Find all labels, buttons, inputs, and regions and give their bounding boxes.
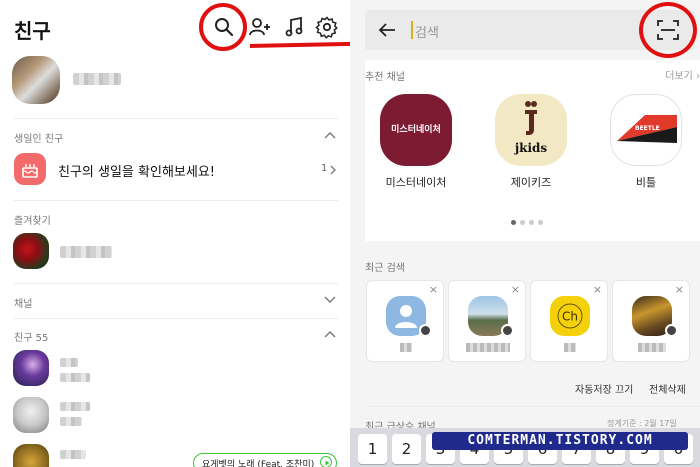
page-dot-active xyxy=(511,220,516,225)
close-icon[interactable]: × xyxy=(675,283,684,296)
chevron-up-icon[interactable] xyxy=(324,330,336,338)
recent-item[interactable]: × Ch xyxy=(530,280,608,362)
divider xyxy=(14,283,338,284)
friend-avatar[interactable] xyxy=(13,397,49,433)
channel-logo-text: jkids xyxy=(514,141,548,155)
recent-item-name xyxy=(466,343,510,352)
recent-item-avatar: Ch xyxy=(550,296,590,336)
back-arrow-icon[interactable] xyxy=(378,22,396,38)
channel-logo-text: 미스터네이처 xyxy=(391,125,441,135)
recommended-label: 추천 채널 xyxy=(365,72,405,83)
music-pill[interactable]: 요게벳의 노래 (Feat. 조찬미)... xyxy=(193,453,337,467)
close-icon[interactable]: × xyxy=(511,283,520,296)
divider xyxy=(14,118,338,119)
chevron-right-icon: › xyxy=(692,71,700,82)
friend-name xyxy=(60,402,90,411)
page-title: 친구 xyxy=(14,19,51,43)
birthday-count: 1 xyxy=(321,163,328,174)
svg-text:Ch: Ch xyxy=(562,310,578,324)
my-profile-name xyxy=(73,73,121,85)
play-icon[interactable] xyxy=(320,456,332,467)
recent-item[interactable]: × xyxy=(448,280,526,362)
friend-name xyxy=(60,450,86,459)
friend-name xyxy=(60,358,78,367)
friends-section-label: 친구 55 xyxy=(14,333,49,344)
recent-item-name xyxy=(400,343,412,352)
autosave-off-link[interactable]: 자동저장 끄기 xyxy=(575,381,633,396)
close-icon[interactable]: × xyxy=(429,283,438,296)
page-dot xyxy=(529,220,534,225)
channel-badge-icon xyxy=(419,324,432,337)
more-link-label: 더보기 xyxy=(665,71,693,82)
birthday-cta[interactable]: 친구의 생일을 확인해보세요! xyxy=(58,161,215,180)
favorite-friend-name xyxy=(60,246,112,258)
recent-item-name xyxy=(638,343,666,352)
more-link[interactable]: 더보기 › xyxy=(665,67,700,82)
channel-name[interactable]: 비틀 xyxy=(601,174,691,190)
page-dot xyxy=(538,220,543,225)
favorite-friend-avatar[interactable] xyxy=(13,233,49,269)
recent-item[interactable]: × xyxy=(366,280,444,362)
my-profile-avatar[interactable] xyxy=(12,56,60,104)
channel-badge-icon xyxy=(665,324,678,337)
divider xyxy=(14,318,338,319)
key-2[interactable]: 2 xyxy=(392,434,421,464)
key-1[interactable]: 1 xyxy=(358,434,387,464)
birthday-section-label: 생일인 친구 xyxy=(14,134,64,145)
scan-code-icon[interactable] xyxy=(656,19,680,41)
chevron-right-icon[interactable] xyxy=(330,165,337,175)
friends-panel: 친구 생일인 친구 친구의 생일을 확인해보세요! 1 즐겨찾기 채널 친구 5… xyxy=(0,0,350,467)
channel-section-label: 채널 xyxy=(14,299,33,310)
text-cursor xyxy=(411,21,413,39)
channel-logo-text: BEETLE xyxy=(635,125,660,132)
divider xyxy=(14,200,338,201)
favorites-section-label: 즐겨찾기 xyxy=(14,216,51,227)
kakao-channel-icon: Ch xyxy=(557,303,583,329)
music-pill-text: 요게벳의 노래 (Feat. 조찬미)... xyxy=(202,460,314,467)
divider xyxy=(365,406,700,407)
delete-all-link[interactable]: 전체삭제 xyxy=(649,381,686,396)
annotation-circle xyxy=(199,3,247,51)
birthday-icon xyxy=(14,153,46,185)
channel-name[interactable]: 제이키즈 xyxy=(486,174,576,190)
friend-avatar[interactable] xyxy=(13,444,49,467)
recent-label: 최근 검색 xyxy=(365,263,405,274)
chevron-down-icon[interactable] xyxy=(324,296,336,304)
search-input[interactable]: 검색 xyxy=(415,22,439,41)
recent-item[interactable]: × xyxy=(612,280,690,362)
channel-logo-jkids[interactable]: jkids xyxy=(495,94,567,166)
recent-item-name xyxy=(564,343,576,352)
watermark: COMTERMAN.TISTORY.COM xyxy=(432,432,688,450)
page-dot xyxy=(520,220,525,225)
friend-avatar[interactable] xyxy=(13,350,49,386)
channel-logo-mrnature[interactable]: 미스터네이처 xyxy=(380,94,452,166)
recommended-channels-card: 추천 채널 더보기 › 미스터네이처 미스터네이처 jkids 제이키즈 BEE… xyxy=(365,60,700,241)
channel-badge-icon xyxy=(501,324,514,337)
friend-status xyxy=(60,417,82,426)
channel-logo-beetle[interactable]: BEETLE xyxy=(610,94,682,166)
chevron-up-icon[interactable] xyxy=(324,131,336,139)
search-panel: 검색 추천 채널 더보기 › 미스터네이처 미스터네이처 jkids 제이키즈 xyxy=(350,0,700,467)
channel-name[interactable]: 미스터네이처 xyxy=(371,174,461,190)
jkids-figure-icon xyxy=(525,101,537,135)
friend-status xyxy=(60,373,90,382)
close-icon[interactable]: × xyxy=(593,283,602,296)
